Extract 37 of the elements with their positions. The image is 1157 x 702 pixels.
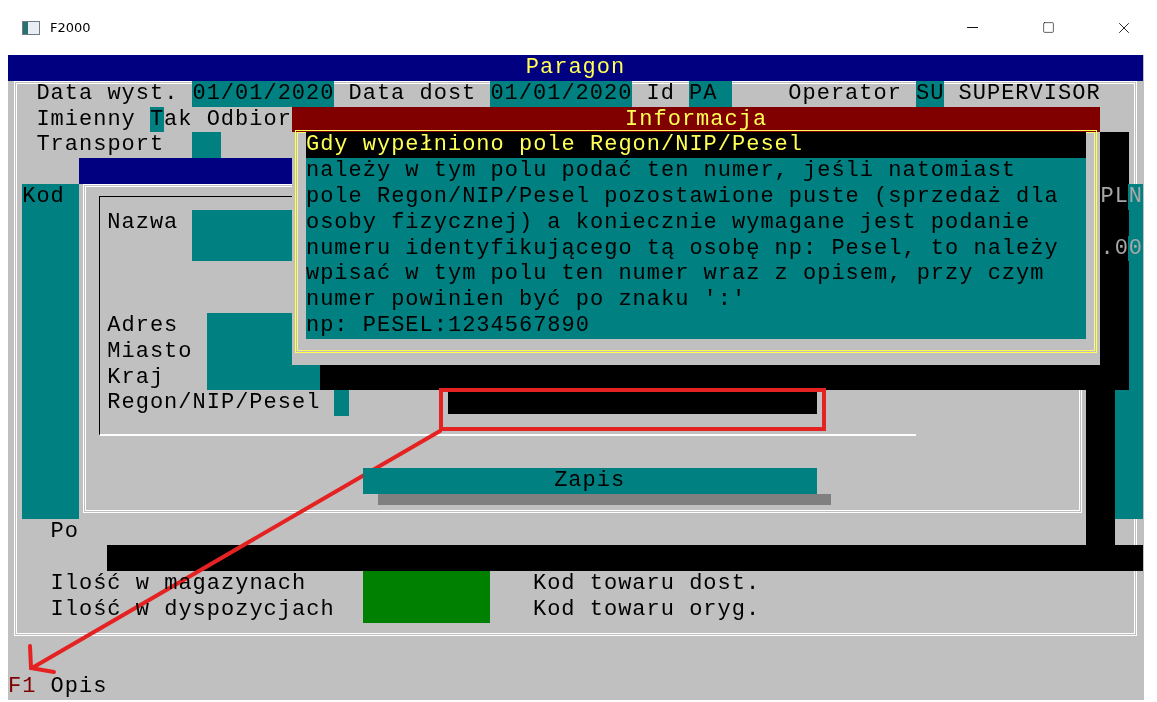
field-label: Po xyxy=(50,519,79,546)
minimize-icon xyxy=(966,27,978,28)
id-field[interactable] xyxy=(334,390,349,417)
field-label: Kod towaru dost. xyxy=(532,570,761,597)
column-header: Kod xyxy=(22,184,65,210)
field-label: Adres xyxy=(107,312,179,339)
input-field[interactable] xyxy=(447,392,817,415)
name-field[interactable] xyxy=(192,209,292,262)
maximize-icon xyxy=(1041,21,1055,34)
save-button[interactable]: Zapis xyxy=(362,467,817,494)
field-label: Data dost xyxy=(348,80,477,107)
operator-name: SUPERVISOR xyxy=(958,80,1101,107)
field-label: Kod towaru oryg. xyxy=(532,596,761,623)
field-value[interactable]: SU xyxy=(916,80,945,107)
field-label: Nazwa xyxy=(107,209,179,236)
field-label: Transport xyxy=(36,132,165,159)
field-label: Regon/NIP/Pesel xyxy=(107,390,321,417)
shortcut-key: F1 xyxy=(8,674,37,700)
popup-title: Informacja xyxy=(291,106,1101,133)
field-label: Kraj xyxy=(107,364,165,391)
help-heading: Gdy wypełniono pole Regon/NIP/Pesel xyxy=(305,132,1087,159)
field-label: Data wyst. xyxy=(36,80,179,107)
field-value[interactable]: Tak xyxy=(149,106,193,133)
transport-field[interactable] xyxy=(192,132,221,159)
field-label: Id xyxy=(646,80,675,107)
form-title: Paragon xyxy=(8,55,1143,81)
field-label: Imienny xyxy=(36,106,136,133)
field-value[interactable]: 01/01/2020 xyxy=(192,80,335,107)
window-title: F2000 xyxy=(50,20,92,35)
field-label: Miasto xyxy=(107,338,193,365)
field-label: Operator xyxy=(788,80,902,107)
field-value[interactable]: PA xyxy=(689,80,732,107)
field-label: Odbior xyxy=(206,106,292,133)
field-value[interactable]: 01/01/2020 xyxy=(490,80,633,107)
quantity-field[interactable] xyxy=(362,570,491,623)
shortcut-label: Opis xyxy=(50,674,108,700)
app-icon xyxy=(22,20,40,35)
